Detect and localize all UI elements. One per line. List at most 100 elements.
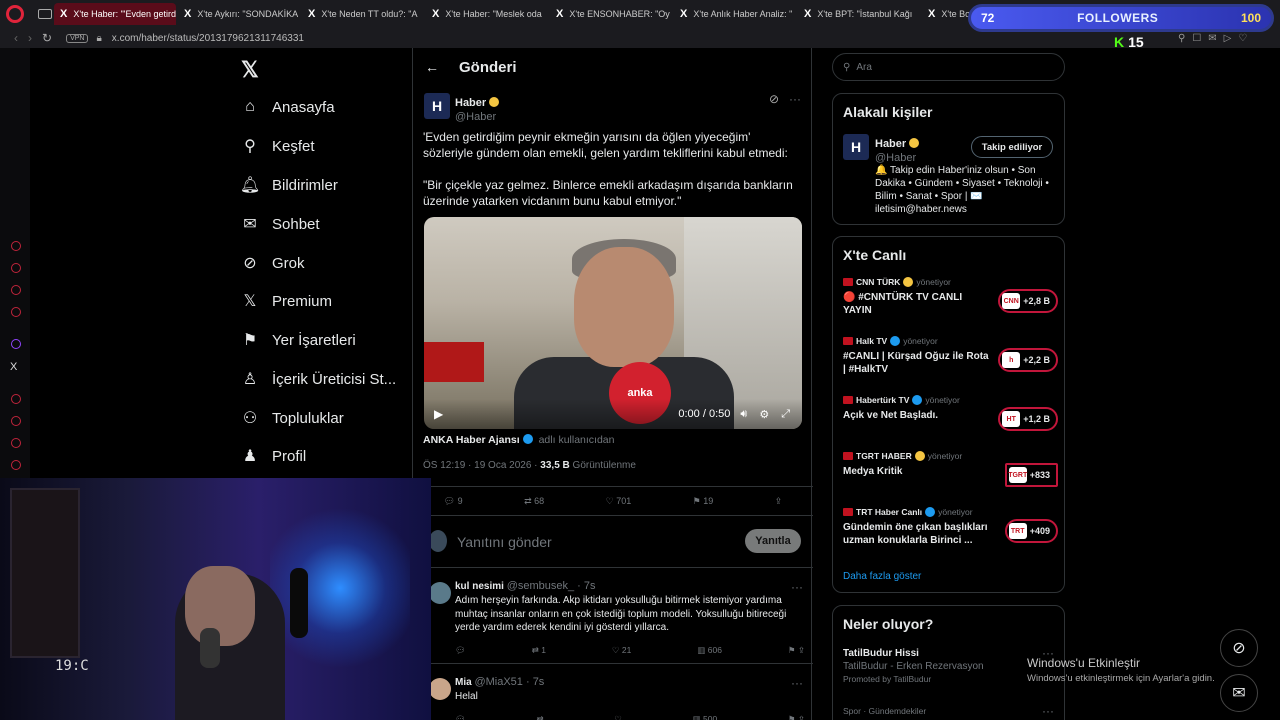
views-button[interactable]: ▥ 500 — [693, 714, 718, 720]
comment-name[interactable]: kul nesimi — [455, 581, 504, 592]
comment-name[interactable]: Mia — [455, 677, 472, 688]
grok-fab-button[interactable]: ⊘ — [1220, 629, 1258, 667]
repost-icon[interactable]: ⇄ — [536, 714, 543, 720]
browser-tab[interactable]: X X'te ENSONHABER: "Oy — [550, 3, 672, 25]
sidebar-app-icon[interactable] — [11, 307, 21, 317]
reply-icon[interactable]: 💬︎ — [455, 645, 466, 656]
browser-toolbar-icons[interactable]: ⚲☐✉▷♡ — [1178, 33, 1254, 44]
settings-icon[interactable]: ⚙ — [759, 408, 769, 421]
bookmark-icon[interactable]: ⚑ ⇪ — [788, 645, 805, 656]
live-logo: CNN — [1002, 293, 1021, 309]
live-item[interactable]: TRT Haber Canlı yönetiyor Gündemin öne çı… — [843, 507, 1058, 547]
sidebar-app-icon[interactable] — [11, 285, 21, 295]
browser-tab[interactable]: X X'te Bo — [922, 3, 972, 25]
browser-tab[interactable]: X X'te Haber: "'Evden getird — [54, 3, 176, 25]
heart-icon[interactable]: ♡ — [614, 714, 622, 720]
more-options-icon[interactable]: ··· — [791, 580, 803, 594]
heart-icon: ♡ — [605, 495, 614, 506]
show-more-link[interactable]: Daha fazla göster — [843, 571, 921, 582]
comment-avatar[interactable] — [429, 582, 451, 604]
opera-logo-icon[interactable] — [6, 5, 24, 23]
author-info[interactable]: Haber @Haber — [455, 93, 500, 123]
twitch-icon[interactable] — [11, 339, 21, 349]
comment-avatar[interactable] — [429, 678, 451, 700]
bookmark-icon[interactable]: ⚑ ⇪ — [788, 714, 805, 720]
reply-submit-button[interactable]: Yanıtla — [745, 529, 801, 553]
browser-tab[interactable]: X X'te BPT: "İstanbul Kağı — [798, 3, 920, 25]
more-options-icon[interactable]: ··· — [1042, 704, 1054, 718]
share-icon[interactable]: ⇪ — [775, 496, 783, 507]
following-button[interactable]: Takip ediliyor — [971, 136, 1053, 158]
video-player[interactable]: anka ▶ 0:00 / 0:50 🔊︎ ⚙ ⤢ — [424, 217, 802, 429]
nav-home[interactable]: ⌂ Anasayfa — [240, 92, 334, 122]
followers-goal-overlay: 72 FOLLOWERS 100 — [968, 4, 1274, 32]
messages-fab-button[interactable]: ✉ — [1220, 674, 1258, 712]
x-premium-icon: 𝕏 — [243, 293, 257, 310]
nav-profile[interactable]: ♟ Profil — [240, 441, 306, 471]
video-source[interactable]: ANKA Haber Ajansı adlı kullanıcıdan — [423, 434, 614, 446]
browser-tab[interactable]: X X'te Neden TT oldu?: "A — [302, 3, 424, 25]
back-arrow-icon[interactable]: ← — [425, 59, 439, 75]
reply-icon: 💬︎ — [443, 495, 456, 506]
search-input[interactable]: ⚲ Ara — [832, 53, 1065, 81]
trend-item[interactable]: TatilBudur Hissi TatilBudur - Erken Reze… — [843, 648, 984, 684]
sidebar-app-icon[interactable] — [11, 263, 21, 273]
trend-category[interactable]: Spor · Gündemdekiler — [843, 706, 926, 716]
related-avatar[interactable]: H — [843, 134, 869, 160]
x-sidebar-icon[interactable]: X — [10, 361, 20, 373]
reload-icon[interactable]: ↻ — [42, 31, 52, 45]
like-button[interactable]: ♡ 701 — [606, 496, 632, 507]
sidebar-app-icon[interactable] — [11, 394, 21, 404]
nav-creator-studio[interactable]: ♙ İçerik Üreticisi St... — [240, 364, 396, 394]
live-item[interactable]: Halk TV yönetiyor #CANLI | Kürşad Oğuz il… — [843, 336, 1058, 376]
more-options-icon[interactable]: ··· — [789, 92, 801, 106]
trend-title: TatilBudur Hissi — [843, 648, 919, 659]
sidebar-app-icon[interactable] — [11, 241, 21, 251]
nav-explore[interactable]: ⚲ Keşfet — [240, 131, 314, 161]
repost-button[interactable]: ⇄ 1 — [532, 645, 546, 656]
live-title: #CANLI | Kürşad Oğuz ile Rota | #HalkTV — [843, 351, 989, 375]
nav-chat[interactable]: ✉ Sohbet — [240, 209, 319, 239]
nav-bookmarks[interactable]: ⚑ Yer İşaretleri — [240, 325, 356, 355]
live-viewers-badge: TRT +409 — [1004, 519, 1058, 543]
forward-arrow-icon[interactable]: › — [28, 31, 32, 45]
settings-icon[interactable] — [11, 460, 21, 470]
fullscreen-icon[interactable]: ⤢ — [781, 408, 790, 421]
nav-communities[interactable]: ⚇ Topluluklar — [240, 403, 344, 433]
grok-explain-icon[interactable]: ⊘ — [769, 92, 779, 106]
live-item[interactable]: Habertürk TV yönetiyor Açık ve Net Başlad… — [843, 395, 1058, 431]
nav-notifications[interactable]: 🔔︎ Bildirimler — [240, 170, 338, 200]
post-time[interactable]: ÖS 12:19 · 19 Oca 2026 · — [423, 460, 538, 471]
channel-role: yönetiyor — [938, 507, 973, 517]
nav-grok[interactable]: ⊘ Grok — [240, 248, 304, 278]
reply-button[interactable]: 💬︎ 9 — [444, 496, 463, 507]
vpn-badge[interactable]: VPN — [66, 33, 89, 43]
volume-icon[interactable]: 🔊︎ — [740, 408, 747, 421]
play-icon[interactable]: ▶ — [434, 407, 443, 421]
comment[interactable]: kul nesimi @sembusek_ · 7s ··· Adım herş… — [413, 570, 813, 664]
comment[interactable]: Mia @MiaX51 · 7s ··· Helal 💬︎ ⇄ ♡ ▥ 500 … — [413, 666, 813, 720]
reply-icon[interactable]: 💬︎ — [455, 714, 466, 720]
like-button[interactable]: ♡ 21 — [612, 645, 631, 656]
bookmark-button[interactable]: ⚑ 19 — [693, 496, 714, 507]
browser-tab[interactable]: X X'te Aykırı: "SONDAKİKA — [178, 3, 300, 25]
author-avatar[interactable]: H — [424, 93, 450, 119]
back-arrow-icon[interactable]: ‹ — [14, 31, 18, 45]
repost-button[interactable]: ⇄ 68 — [524, 496, 544, 507]
reply-input[interactable]: Yanıtını gönder — [457, 534, 552, 550]
sidebar-app-icon[interactable] — [11, 438, 21, 448]
related-user[interactable]: Haber @Haber — [875, 134, 920, 164]
url-field[interactable]: x.com/haber/status/2013179621311746331 — [112, 33, 304, 44]
tab-overview-icon[interactable] — [38, 9, 52, 19]
more-options-icon[interactable]: ··· — [791, 676, 803, 690]
nav-premium[interactable]: 𝕏 Premium — [240, 286, 332, 316]
browser-tab[interactable]: X X'te Haber: "Meslek oda — [426, 3, 548, 25]
views-button[interactable]: ▥ 606 — [697, 645, 722, 656]
live-item[interactable]: TGRT HABER yönetiyor Medya Kritik TGRT +83… — [843, 451, 1058, 487]
sidebar-app-icon[interactable] — [11, 416, 21, 426]
browser-tab[interactable]: X X'te Anlık Haber Analiz: " — [674, 3, 796, 25]
browser-sidebar: X — [0, 48, 30, 478]
channel-name: Habertürk TV — [856, 395, 910, 405]
x-logo-icon[interactable]: 𝕏 — [241, 57, 259, 83]
live-item[interactable]: CNN TÜRK yönetiyor 🔴 #CNNTÜRK TV CANLI YA… — [843, 277, 1058, 317]
